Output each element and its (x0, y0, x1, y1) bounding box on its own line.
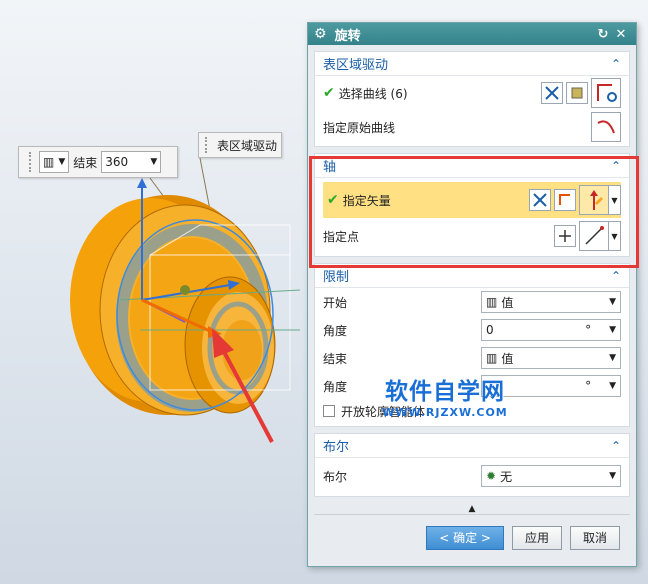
chevron-down-icon[interactable]: ▼ (609, 381, 616, 391)
origin-curve-row[interactable]: 指定原始曲线 (315, 110, 629, 144)
axis-section-header[interactable]: 轴 ⌃ (315, 154, 629, 178)
no-boolean-icon: ✹ (486, 469, 497, 483)
graphics-viewport[interactable]: ▥ ▼ 结束 360 ▼ 表区域驱动 (0, 0, 308, 584)
chevron-down-icon: ▼ (58, 157, 66, 167)
boolean-dropdown[interactable]: ✹ 无 ▼ (481, 465, 621, 487)
chevron-down-icon: ▼ (609, 353, 616, 363)
revolve-dialog: ⚙ 旋转 ↻ ✕ 表区域驱动 ⌃ ✔ 选择曲线 (6) 指定原始曲线 轴 ⌃ ✔… (307, 22, 637, 567)
open-profile-checkbox[interactable] (323, 405, 335, 417)
value-mode-icon: ▥ (486, 295, 498, 309)
inferred-point-icon[interactable] (579, 221, 609, 251)
tag-label: 表区域驱动 (217, 138, 278, 153)
surface-region-tag[interactable]: 表区域驱动 (198, 132, 282, 158)
end-mode-dropdown[interactable]: ▥ ▼ (39, 151, 70, 173)
more-options-icon[interactable]: ▲ (308, 504, 636, 514)
degree-unit: ° (585, 379, 592, 393)
chevron-down-icon[interactable]: ▼ (609, 185, 621, 215)
start-mode-value: 值 (501, 295, 514, 310)
select-curve-row[interactable]: ✔ 选择曲线 (6) (315, 76, 629, 110)
curve-rule-icon[interactable] (566, 82, 588, 104)
end-value: 360 (105, 155, 129, 169)
chevron-down-icon[interactable]: ▼ (609, 325, 616, 335)
checkmark-icon: ✔ (327, 192, 339, 208)
start-angle-value: 0 (486, 323, 494, 337)
collapse-icon[interactable]: ⌃ (611, 57, 621, 71)
surface-drive-section: 表区域驱动 ⌃ ✔ 选择曲线 (6) 指定原始曲线 (314, 51, 630, 147)
axis-section: 轴 ⌃ ✔ 指定矢量 ▼ 指定点 ▼ (314, 153, 630, 257)
start-label: 开始 (323, 295, 348, 310)
vector-dialog-icon[interactable] (554, 189, 576, 211)
degree-unit: ° (585, 323, 592, 337)
end-angle-row: 角度 ° ▼ (315, 372, 629, 400)
angle-label: 角度 (323, 323, 348, 338)
boolean-section: 布尔 ⌃ 布尔 ✹ 无 ▼ (314, 433, 630, 497)
start-mode-dropdown[interactable]: ▥ 值 ▼ (481, 291, 621, 313)
chevron-down-icon: ▼ (609, 297, 616, 307)
open-profile-label: 开放轮廓智能体 (341, 404, 426, 419)
gear-icon: ⚙ (314, 26, 327, 42)
inferred-vector-icon[interactable] (579, 185, 609, 215)
end-mode-value: 值 (501, 351, 514, 366)
end-mode-dropdown[interactable]: ▥ 值 ▼ (481, 347, 621, 369)
collapse-icon[interactable]: ⌃ (611, 159, 621, 173)
select-curve-label: 选择曲线 (6) (338, 86, 408, 101)
section-title: 布尔 (323, 440, 350, 455)
curve-select-icon[interactable] (591, 112, 621, 142)
end-label: 结束 (323, 351, 348, 366)
dialog-title: 旋转 (334, 28, 361, 44)
close-icon[interactable]: ✕ (612, 27, 630, 42)
apply-button[interactable]: 应用 (511, 525, 562, 550)
section-title: 限制 (323, 270, 350, 285)
chevron-down-icon[interactable]: ▼ (609, 221, 621, 251)
cancel-button[interactable]: 取消 (569, 525, 620, 550)
boolean-row: 布尔 ✹ 无 ▼ (315, 458, 629, 494)
tag-grip (205, 137, 209, 153)
chevron-down-icon: ▼ (609, 471, 616, 481)
angle-label: 角度 (323, 379, 348, 394)
specify-vector-label: 指定矢量 (342, 193, 391, 208)
boolean-value: 无 (500, 469, 513, 484)
revolved-part-model[interactable] (0, 0, 308, 584)
start-angle-input[interactable]: 0 ° ▼ (481, 319, 621, 341)
specify-vector-row[interactable]: ✔ 指定矢量 ▼ (323, 182, 621, 218)
value-mode-icon: ▥ (486, 351, 498, 365)
value-mode-icon: ▥ (43, 155, 55, 169)
checkmark-icon: ✔ (323, 85, 335, 101)
section-title: 表区域驱动 (323, 58, 389, 73)
start-row: 开始 ▥ 值 ▼ (315, 288, 629, 316)
end-angle-input[interactable]: ° ▼ (481, 375, 621, 397)
origin-curve-label: 指定原始曲线 (323, 120, 396, 135)
end-label: 结束 (73, 155, 98, 170)
end-value-field[interactable]: 360 ▼ (101, 151, 162, 173)
specify-point-label: 指定点 (323, 229, 360, 244)
collapse-icon[interactable]: ⌃ (611, 269, 621, 283)
boolean-section-header[interactable]: 布尔 ⌃ (315, 434, 629, 458)
point-dialog-icon[interactable] (554, 225, 576, 247)
reset-icon[interactable]: ↻ (594, 27, 612, 42)
section-curve-icon[interactable] (591, 78, 621, 108)
dialog-button-bar: < 确定 > 应用 取消 (314, 514, 630, 560)
revolve-end-toolbar: ▥ ▼ 结束 360 ▼ (18, 146, 178, 178)
reverse-direction-icon[interactable] (529, 189, 551, 211)
end-row: 结束 ▥ 值 ▼ (315, 344, 629, 372)
specify-point-row[interactable]: 指定点 ▼ (315, 218, 629, 254)
limits-section: 限制 ⌃ 开始 ▥ 值 ▼ 角度 0 ° ▼ 结束 ▥ 值 ▼ 角度 ° ▼ 开… (314, 263, 630, 427)
collapse-icon[interactable]: ⌃ (611, 439, 621, 453)
toolbar-grip[interactable] (29, 152, 33, 172)
surface-section-header[interactable]: 表区域驱动 ⌃ (315, 52, 629, 76)
limits-section-header[interactable]: 限制 ⌃ (315, 264, 629, 288)
ok-button[interactable]: < 确定 > (426, 525, 504, 550)
chevron-down-icon: ▼ (150, 157, 158, 167)
section-title: 轴 (323, 160, 337, 175)
open-profile-row[interactable]: 开放轮廓智能体 (315, 400, 629, 422)
dialog-titlebar[interactable]: ⚙ 旋转 ↻ ✕ (308, 23, 636, 45)
boolean-label: 布尔 (323, 469, 348, 484)
start-angle-row: 角度 0 ° ▼ (315, 316, 629, 344)
reverse-direction-icon[interactable] (541, 82, 563, 104)
